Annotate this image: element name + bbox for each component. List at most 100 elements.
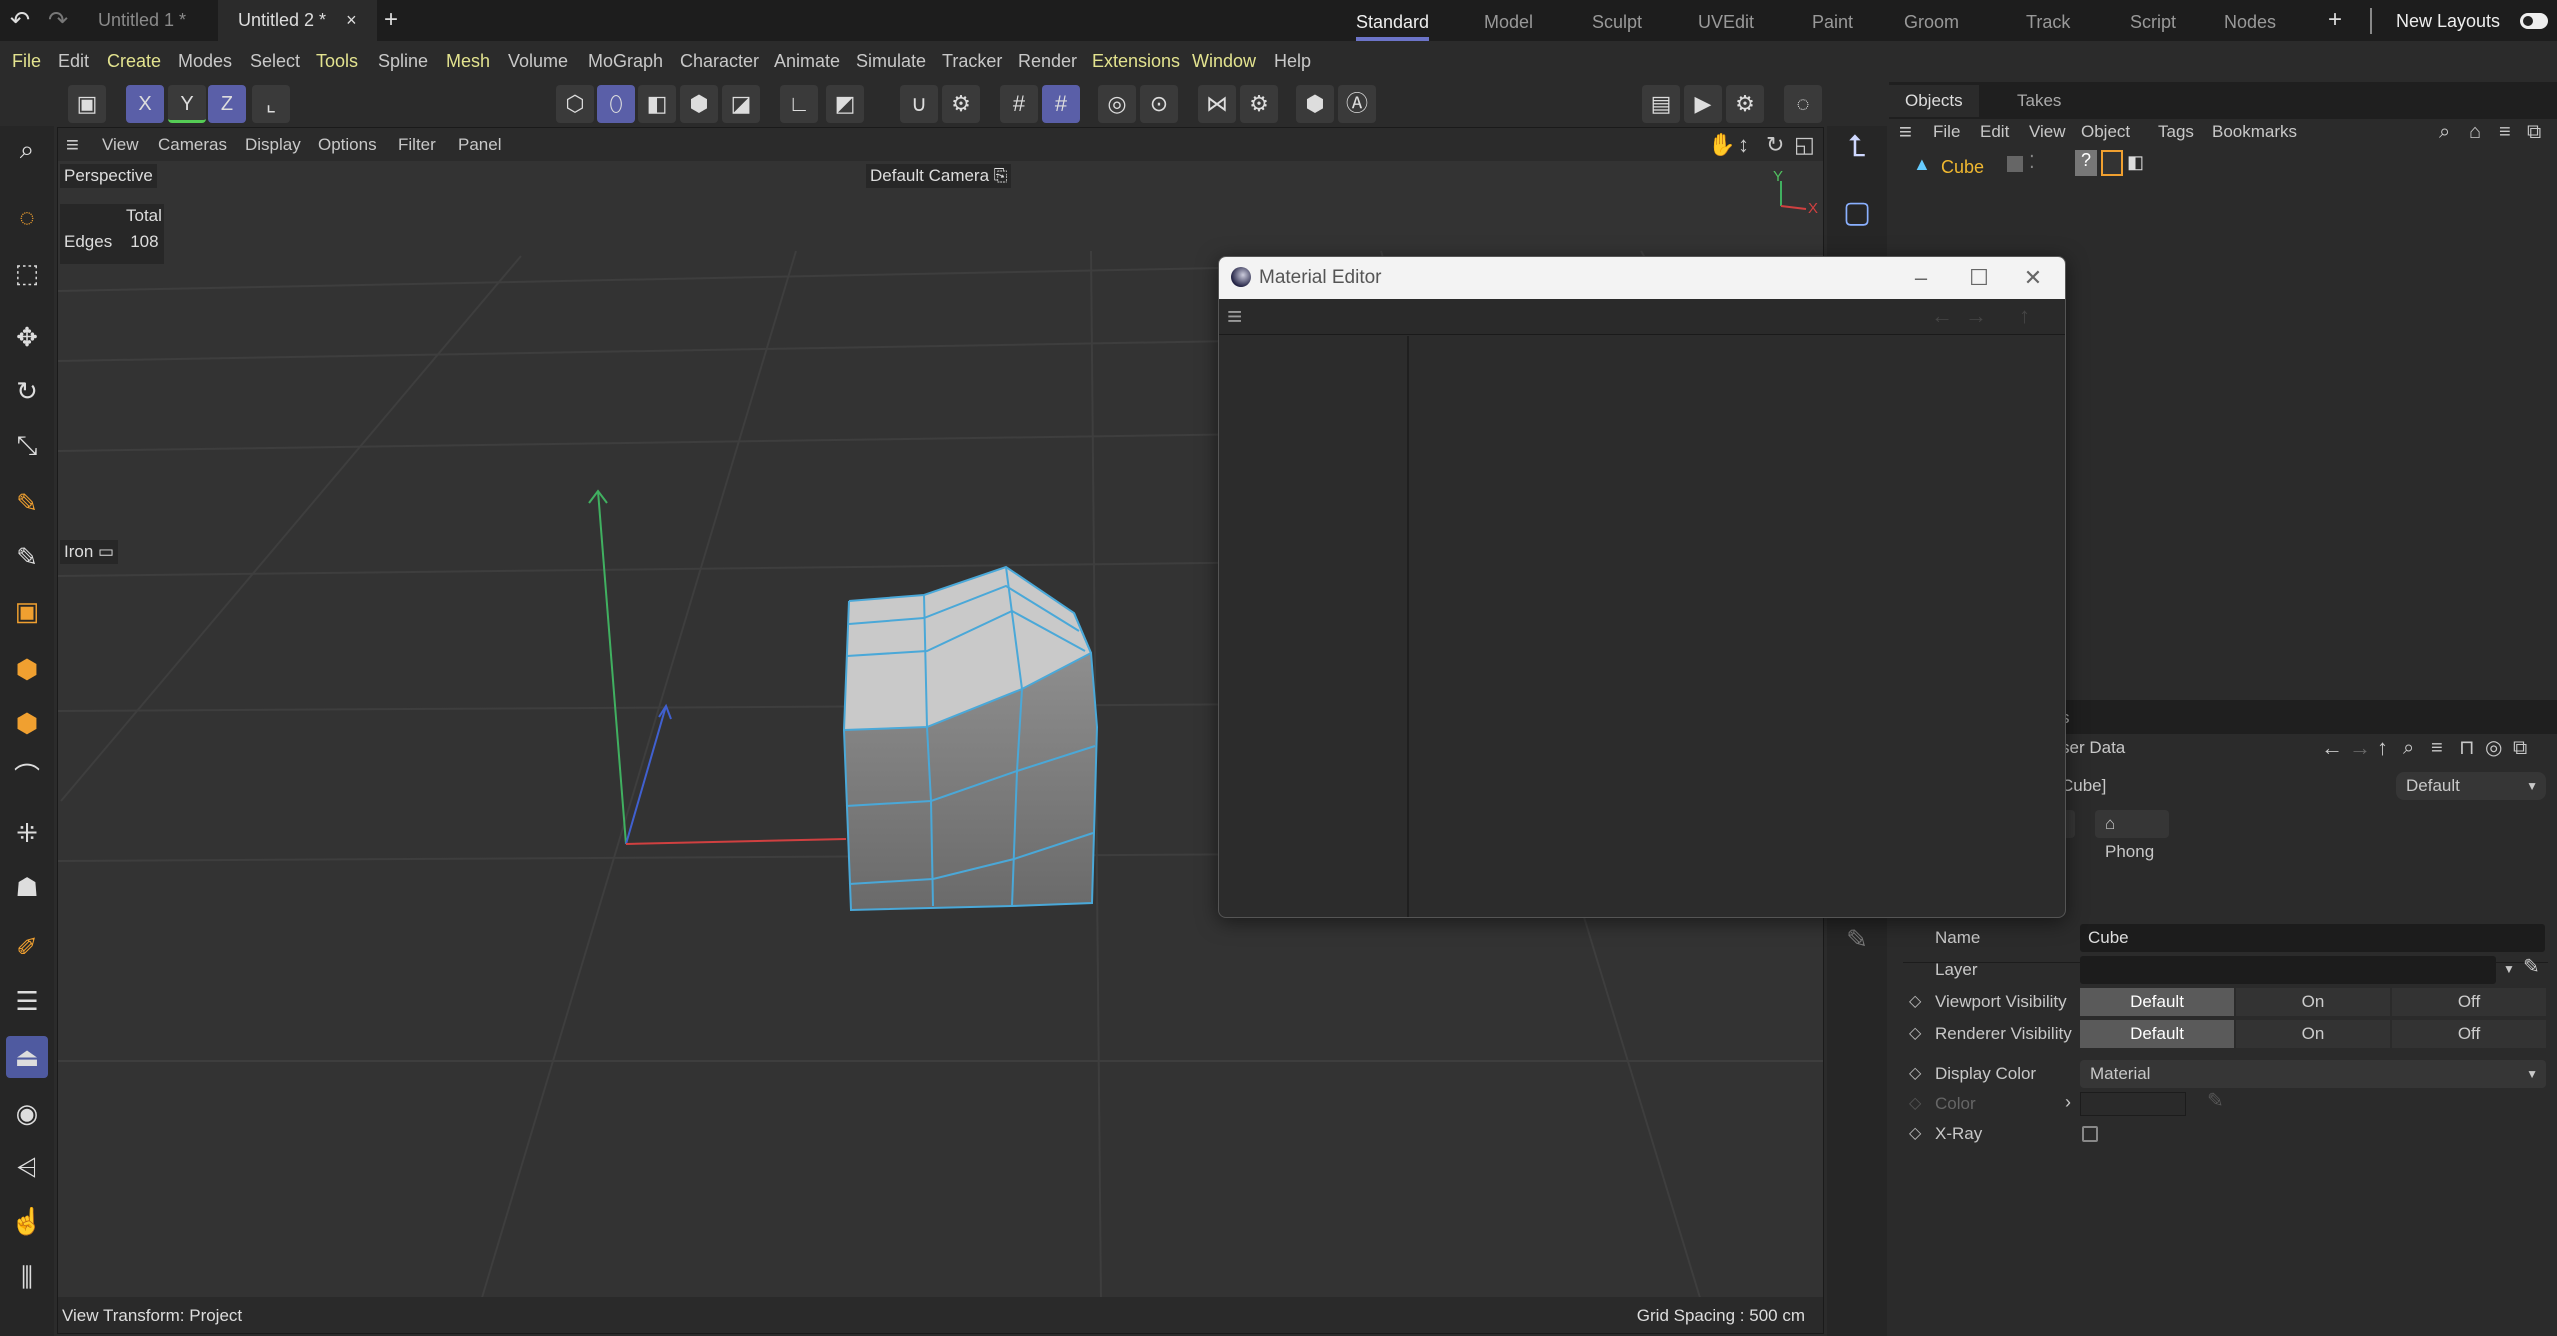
viewport-vis-on[interactable]: On [2236, 988, 2390, 1016]
name-field[interactable]: Cube [2080, 924, 2545, 952]
keyframe-diamond-icon[interactable]: ◇ [1909, 1060, 1921, 1088]
symmetry-settings-icon[interactable]: ⚙ [1240, 85, 1278, 123]
viewport-menu-view[interactable]: View [102, 128, 139, 161]
camera-label[interactable]: Default Camera ⎘ [866, 164, 1012, 188]
align-tool-icon[interactable]: ⩤ [6, 1146, 48, 1188]
symmetry-icon[interactable]: ⋈ [1198, 85, 1236, 123]
uv-mode-icon[interactable]: ◪ [722, 85, 760, 123]
polygon-pen-icon[interactable]: ▣ [6, 590, 48, 632]
model-mode-icon[interactable]: ⬢ [680, 85, 718, 123]
menu-edit[interactable]: Edit [58, 41, 89, 82]
minimize-button[interactable]: – [1891, 257, 1951, 299]
menu-animate[interactable]: Animate [774, 41, 840, 82]
menu-mesh[interactable]: Mesh [446, 41, 490, 82]
menu-spline[interactable]: Spline [378, 41, 428, 82]
paint-brush-icon[interactable]: ✐ [6, 926, 48, 968]
display-color-dropdown[interactable]: Material ▼ [2080, 1060, 2546, 1088]
spacing-tool-icon[interactable]: ⫼ [6, 1256, 48, 1298]
doc-tab-untitled-1[interactable]: Untitled 1 * [78, 0, 206, 41]
layout-standard[interactable]: Standard [1356, 0, 1430, 41]
objects-hamburger-icon[interactable]: ≡ [1899, 116, 1912, 148]
viewport-menu-display[interactable]: Display [245, 128, 301, 161]
layout-track[interactable]: Track [2026, 0, 2070, 41]
box-selection-icon[interactable]: ⬚ [6, 252, 48, 294]
menu-volume[interactable]: Volume [508, 41, 568, 82]
layout-paint[interactable]: Paint [1812, 0, 1853, 41]
renderer-vis-default[interactable]: Default [2080, 1020, 2234, 1048]
forward-arrow-icon[interactable]: → [1965, 303, 1987, 329]
axis-mode-icon[interactable]: ∟ [780, 85, 818, 123]
maximize-button[interactable]: ☐ [1949, 257, 2009, 299]
material-tag-icon[interactable] [2101, 150, 2123, 176]
lock-icon[interactable]: ⊓ [2459, 732, 2475, 764]
field-icon[interactable]: ⁜ [6, 812, 48, 854]
layout-groom[interactable]: Groom [1904, 0, 1959, 41]
up-arrow-icon[interactable]: ↑ [2377, 732, 2388, 764]
hamburger-icon[interactable]: ≡ [1227, 301, 1242, 332]
render-view-icon[interactable]: ▤ [1642, 85, 1680, 123]
layers-icon[interactable]: ☰ [6, 980, 48, 1022]
dolly-icon[interactable]: ↕ [1738, 128, 1749, 161]
undo-history-icon[interactable]: ▣ [68, 85, 106, 123]
target-icon[interactable]: ◎ [2485, 732, 2502, 764]
menu-modes[interactable]: Modes [178, 41, 232, 82]
cube-object-icon[interactable]: ⬢ [6, 648, 48, 690]
bend-deformer-icon[interactable]: ⌒ [6, 756, 48, 798]
object-row-cube[interactable]: ▲ Cube ⁚ ? ◧ [1899, 150, 2209, 182]
viewport-menu-cameras[interactable]: Cameras [158, 128, 227, 161]
layout-nodes[interactable]: Nodes [2224, 0, 2276, 41]
undo-icon[interactable]: ↶ [10, 6, 30, 35]
objects-menu-edit[interactable]: Edit [1980, 116, 2009, 148]
menu-select[interactable]: Select [250, 41, 300, 82]
menu-simulate[interactable]: Simulate [856, 41, 926, 82]
attributes-mode-dropdown[interactable]: Default ▼ [2396, 772, 2546, 800]
layout-uvedit[interactable]: UVEdit [1698, 0, 1754, 41]
tab-objects[interactable]: Objects [1889, 85, 1979, 117]
search-icon[interactable]: ⌕ [2439, 116, 2450, 148]
keyframe-diamond-icon[interactable]: ◇ [1909, 988, 1921, 1016]
menu-help[interactable]: Help [1274, 41, 1311, 82]
menu-file[interactable]: File [12, 41, 41, 82]
keyframe-diamond-icon[interactable]: ◇ [1909, 1120, 1921, 1148]
target-icon[interactable]: ◎ [1098, 85, 1136, 123]
scale-icon[interactable]: ⤡ [6, 424, 48, 466]
renderer-vis-on[interactable]: On [2236, 1020, 2390, 1048]
menu-mograph[interactable]: MoGraph [588, 41, 663, 82]
menu-tools[interactable]: Tools [316, 41, 358, 82]
edges-mode-icon[interactable]: ⬯ [597, 85, 635, 123]
tab-takes[interactable]: Takes [2001, 85, 2077, 117]
viewport-hamburger-icon[interactable]: ≡ [66, 128, 79, 161]
points-mode-icon[interactable]: ⬡ [556, 85, 594, 123]
material-editor-titlebar[interactable]: Material Editor – ☐ ✕ [1219, 257, 2065, 299]
phong-tag-icon[interactable]: ◧ [2127, 152, 2144, 173]
add-tab-button[interactable]: + [384, 6, 398, 34]
grid-lock-icon[interactable]: # [1042, 85, 1080, 123]
live-selection-icon[interactable]: ◌ [6, 196, 48, 238]
objects-menu-file[interactable]: File [1933, 116, 1960, 148]
naming-tool-icon[interactable]: Ⓐ [1338, 85, 1376, 123]
redshift-icon[interactable]: ◌ [1784, 85, 1822, 123]
snap-magnet-icon[interactable]: ∪ [900, 85, 938, 123]
eyedropper-icon[interactable]: ✎ [2523, 954, 2540, 979]
knife-icon[interactable]: ✎ [6, 482, 48, 524]
tweak-hand-icon[interactable]: ☝ [6, 1200, 48, 1242]
maximize-view-icon[interactable]: ◱ [1794, 128, 1815, 161]
lock-z-axis-button[interactable]: Z [208, 85, 246, 123]
menu-character[interactable]: Character [680, 41, 759, 82]
home-icon[interactable]: ⌂ [2469, 116, 2481, 148]
objects-menu-view[interactable]: View [2029, 116, 2066, 148]
layer-field[interactable] [2080, 956, 2496, 984]
polygons-mode-icon[interactable]: ◧ [638, 85, 676, 123]
layout-script[interactable]: Script [2130, 0, 2176, 41]
back-arrow-icon[interactable]: ← [2321, 732, 2343, 764]
xray-checkbox[interactable] [2082, 1126, 2098, 1142]
layout-model[interactable]: Model [1484, 0, 1533, 41]
viewport-menu-panel[interactable]: Panel [458, 128, 501, 161]
move-icon[interactable]: ✥ [6, 316, 48, 358]
search-icon[interactable]: ⌕ [6, 128, 48, 170]
viewport-vis-default[interactable]: Default [2080, 988, 2234, 1016]
menu-create[interactable]: Create [107, 41, 161, 82]
search-icon[interactable]: ⌕ [2403, 732, 2414, 764]
add-layout-button[interactable]: + [2328, 6, 2342, 34]
undock-icon[interactable]: ⧉ [2527, 116, 2541, 148]
